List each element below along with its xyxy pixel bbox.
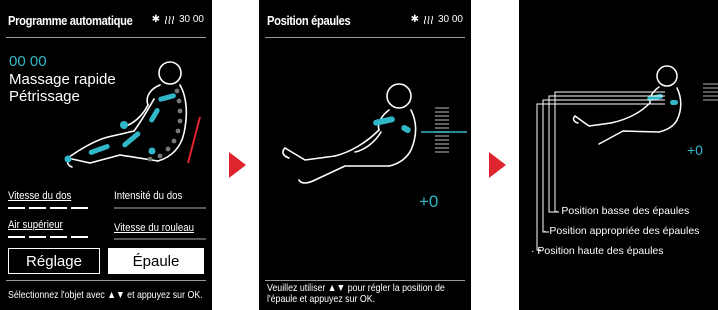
footer-divider: [265, 280, 465, 281]
status-bar: ✱ 30 00: [411, 14, 463, 25]
label-appropriate-shoulder: · Position appropriée des épaules: [543, 225, 700, 237]
heat-icon: [423, 15, 434, 24]
bluetooth-icon: ✱: [151, 14, 160, 25]
auto-program-screen: Programme automatique ✱ 30 00 00 00 Mass…: [0, 0, 212, 310]
footer-instruction: Veuillez utiliser ▲▼ pour régler la posi…: [267, 283, 469, 305]
position-offset: +0: [687, 142, 703, 158]
shoulder-position-screen: Position épaules ✱ 30 00 +0 Veuillez uti…: [259, 0, 471, 310]
remaining-time: 30 00: [178, 14, 204, 25]
footer-instruction: Sélectionnez l'objet avec ▲▼ et appuyez …: [8, 289, 203, 301]
status-bar: ✱ 30 00: [152, 14, 204, 25]
setting-button[interactable]: Réglage: [8, 248, 100, 274]
roller-speed-level: [114, 238, 206, 240]
screen-title: Position épaules: [267, 13, 351, 28]
label-air-upper: Air supérieur: [8, 219, 63, 231]
label-roller-speed: Vitesse du rouleau: [114, 222, 195, 234]
footer-line-2: l'épaule et appuyez sur OK.: [267, 293, 376, 305]
header-divider: [265, 37, 465, 38]
heat-icon: [164, 15, 175, 24]
shoulder-position-diagram: +0 · Position basse des épaules · Positi…: [519, 0, 718, 310]
label-high-shoulder: · Position haute des épaules: [531, 245, 664, 257]
label-low-shoulder: · Position basse des épaules: [555, 205, 690, 217]
header: Position épaules ✱ 30 00: [259, 0, 471, 38]
header: Programme automatique ✱ 30 00: [0, 0, 212, 38]
screen-title: Programme automatique: [8, 13, 133, 28]
chair-position-indicator: [187, 116, 201, 164]
position-offset: +0: [419, 192, 439, 211]
bluetooth-icon: ✱: [410, 14, 419, 25]
footer-divider: [6, 280, 206, 281]
red-arrow-icon: [489, 152, 506, 178]
label-back-intensity: Intensité du dos: [114, 190, 183, 202]
label-back-speed: Vitesse du dos: [8, 190, 72, 202]
shoulder-button[interactable]: Épaule: [108, 248, 204, 274]
seated-figure: [282, 83, 467, 184]
red-arrow-icon: [229, 152, 246, 178]
massage-chair-figure: [64, 61, 201, 168]
remaining-time: 30 00: [437, 14, 463, 25]
back-intensity-level: [114, 207, 206, 209]
timer: 00 00: [9, 53, 47, 70]
header-divider: [6, 37, 206, 38]
